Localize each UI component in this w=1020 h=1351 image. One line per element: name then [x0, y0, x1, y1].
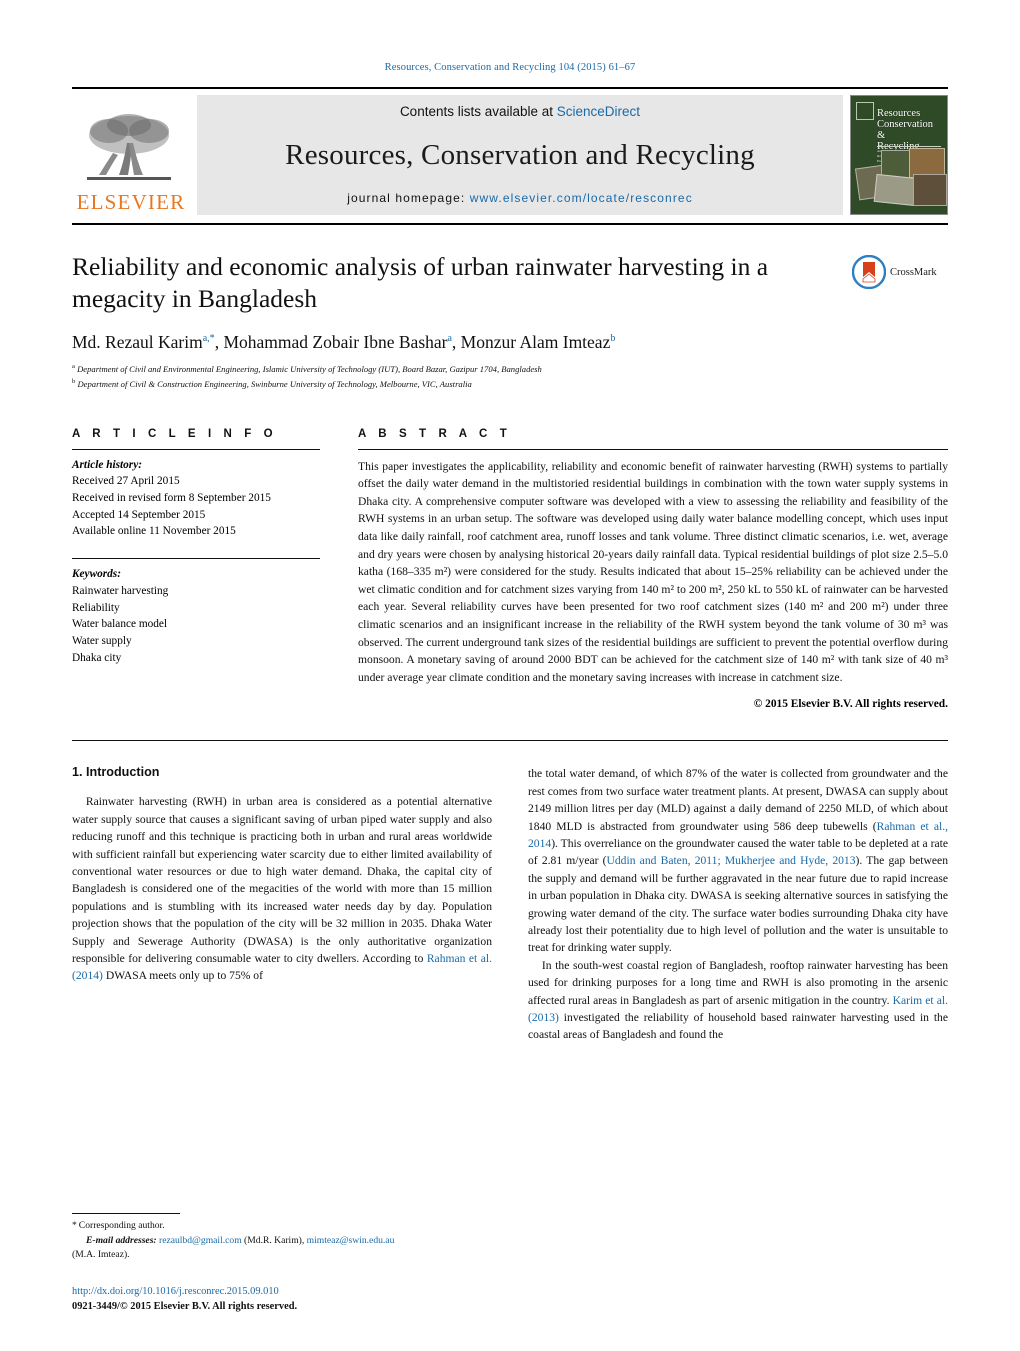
citation-link[interactable]: Uddin and Baten, 2011; Mukherjee and Hyd…	[607, 854, 856, 867]
journal-masthead: ELSEVIER Contents lists available at Sci…	[72, 87, 948, 215]
elsevier-tree-icon	[87, 114, 171, 180]
history-item: Received in revised form 8 September 201…	[72, 492, 271, 504]
affiliation-b: b Department of Civil & Construction Eng…	[72, 378, 472, 390]
paragraph-intro-right-2: In the south-west coastal region of Bang…	[528, 957, 948, 1044]
footnote-rule	[72, 1213, 180, 1215]
journal-title: Resources, Conservation and Recycling	[285, 138, 755, 171]
email-link-imteaz[interactable]: mimteaz@swin.edu.au	[307, 1235, 395, 1246]
page-title: Reliability and economic analysis of urb…	[72, 252, 769, 313]
keywords-rule	[72, 558, 320, 560]
article-info-heading: A R T I C L E I N F O	[72, 427, 278, 440]
affiliation-a: a Department of Civil and Environmental …	[72, 363, 542, 375]
body-columns: 1. Introduction Rainwater harvesting (RW…	[72, 765, 948, 1043]
title-block: Reliability and economic analysis of urb…	[72, 251, 948, 392]
history-item: Available online 11 November 2015	[72, 525, 236, 538]
keywords-block: Keywords: Rainwater harvesting Reliabili…	[72, 566, 320, 666]
contents-prefix: Contents lists available at	[399, 104, 557, 119]
corresponding-author-note: * Corresponding author.	[72, 1219, 490, 1234]
paragraph-text: In the south-west coastal region of Bang…	[528, 958, 948, 1007]
paragraph-text: Rainwater harvesting (RWH) in urban area…	[72, 795, 492, 965]
keyword-item: Water supply	[72, 635, 132, 648]
contents-available-line: Contents lists available at ScienceDirec…	[400, 104, 640, 119]
article-history-label: Article history:	[72, 458, 142, 471]
doi-link[interactable]: http://dx.doi.org/10.1016/j.resconrec.20…	[72, 1284, 502, 1300]
paragraph-intro-right-1: the total water demand, of which 87% of …	[528, 765, 948, 956]
keyword-item: Dhaka city	[72, 651, 122, 664]
cover-publisher-badge	[856, 102, 874, 120]
history-item: Received 27 April 2015	[72, 475, 180, 488]
asterisk-icon: *	[72, 1220, 77, 1232]
keywords-label: Keywords:	[72, 568, 121, 581]
paragraph-text: investigated the reliability of househol…	[528, 1010, 948, 1042]
info-abstract-row: A R T I C L E I N F O Article history: R…	[72, 427, 948, 711]
email-note: E-mail addresses: rezaulbd@gmail.com (Md…	[72, 1234, 490, 1249]
body-top-rule	[72, 740, 948, 742]
history-item: Accepted 14 September 2015	[72, 508, 206, 521]
journal-homepage-line: journal homepage: www.elsevier.com/locat…	[347, 191, 693, 205]
crossmark-icon	[852, 255, 886, 289]
abstract-rule	[358, 448, 948, 450]
body-column-right: the total water demand, of which 87% of …	[528, 765, 948, 1043]
masthead-center-panel: Contents lists available at ScienceDirec…	[197, 95, 843, 215]
doi-block: http://dx.doi.org/10.1016/j.resconrec.20…	[72, 1284, 502, 1315]
abstract-column: A B S T R A C T This paper investigates …	[358, 427, 948, 711]
masthead-bottom-rule	[72, 223, 948, 225]
abstract-copyright: © 2015 Elsevier B.V. All rights reserved…	[753, 698, 948, 711]
article-info-rule	[72, 448, 320, 450]
crossmark-badge[interactable]: CrossMark	[852, 255, 948, 289]
paragraph-text: ). The gap between the supply and demand…	[528, 854, 948, 955]
homepage-prefix: journal homepage:	[347, 191, 466, 205]
abstract-text: This paper investigates the applicabilit…	[358, 459, 948, 684]
paragraph-intro-left: Rainwater harvesting (RWH) in urban area…	[72, 793, 492, 984]
email-link-karim[interactable]: rezaulbd@gmail.com	[159, 1235, 242, 1246]
sciencedirect-link[interactable]: ScienceDirect	[557, 104, 640, 119]
elsevier-wordmark: ELSEVIER	[76, 190, 186, 214]
issn-copyright-line: 0921-3449/© 2015 Elsevier B.V. All right…	[72, 1301, 298, 1313]
article-info-column: A R T I C L E I N F O Article history: R…	[72, 428, 320, 711]
running-head: Resources, Conservation and Recycling 10…	[384, 62, 636, 73]
abstract-heading: A B S T R A C T	[358, 427, 512, 440]
article-history-block: Article history: Received 27 April 2015 …	[72, 457, 320, 541]
email-owner-2: (M.A. Imteaz).	[72, 1249, 130, 1261]
elsevier-logo: ELSEVIER	[72, 95, 190, 215]
body-column-left: 1. Introduction Rainwater harvesting (RW…	[72, 765, 492, 1043]
section-heading-introduction: 1. Introduction	[72, 765, 160, 780]
paragraph-text: DWASA meets only up to 75% of	[102, 969, 263, 983]
cover-photo-collage	[851, 147, 947, 214]
keyword-item: Reliability	[72, 601, 120, 614]
keyword-item: Rainwater harvesting	[72, 584, 169, 597]
paper-page: Resources, Conservation and Recycling 10…	[0, 0, 1020, 1351]
journal-cover-thumbnail: Resources Conservation & Recycling An In…	[850, 95, 948, 215]
email-label: E-mail addresses:	[86, 1234, 157, 1246]
keyword-item: Water balance model	[72, 618, 168, 631]
email-owner-1: (Md.R. Karim),	[241, 1234, 307, 1246]
crossmark-label: CrossMark	[890, 266, 937, 278]
homepage-url[interactable]: www.elsevier.com/locate/resconrec	[470, 191, 693, 205]
corresponding-author-text: Corresponding author.	[78, 1220, 165, 1232]
footnote-block: * Corresponding author. E-mail addresses:…	[72, 1213, 490, 1263]
author-list: Md. Rezaul Karima,*, Mohammad Zobair Ibn…	[72, 332, 616, 353]
